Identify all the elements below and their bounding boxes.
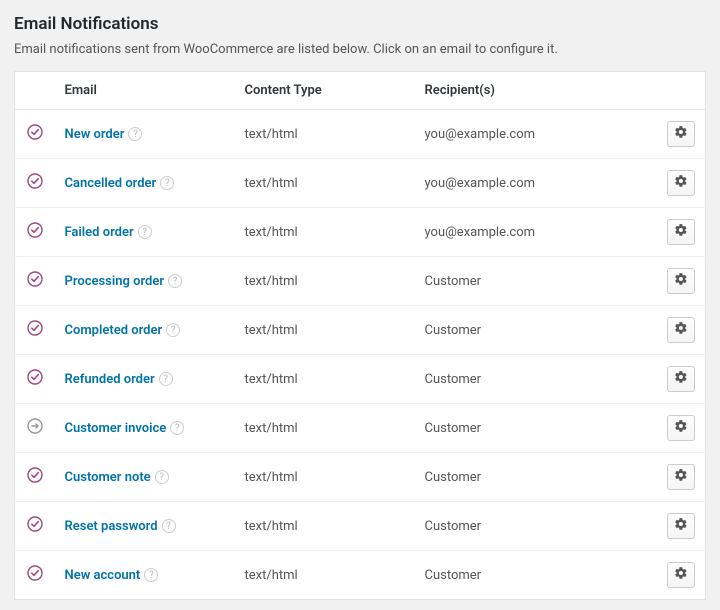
- email-link[interactable]: Cancelled order: [65, 176, 157, 191]
- status-enabled-icon: [27, 565, 43, 581]
- gear-icon: [674, 370, 688, 388]
- table-row: Processing order? text/htmlCustomer: [15, 257, 706, 306]
- gear-icon: [674, 272, 688, 290]
- table-row: New order? text/htmlyou@example.com: [15, 110, 706, 159]
- recipients-cell: Customer: [415, 453, 658, 502]
- help-icon[interactable]: ?: [166, 323, 180, 337]
- email-link[interactable]: Customer note: [65, 470, 151, 485]
- gear-icon: [674, 517, 688, 535]
- table-row: Customer note? text/htmlCustomer: [15, 453, 706, 502]
- table-row: Customer invoice? text/htmlCustomer: [15, 404, 706, 453]
- help-icon[interactable]: ?: [128, 127, 142, 141]
- gear-icon: [674, 321, 688, 339]
- recipients-cell: you@example.com: [415, 208, 658, 257]
- email-link[interactable]: New order: [65, 127, 125, 142]
- status-enabled-icon: [27, 369, 43, 385]
- configure-button[interactable]: [667, 317, 695, 343]
- col-status-header: [15, 72, 55, 110]
- content-type-cell: text/html: [235, 551, 415, 600]
- col-email-header: Email: [55, 72, 235, 110]
- status-enabled-icon: [27, 271, 43, 287]
- help-icon[interactable]: ?: [159, 372, 173, 386]
- help-icon[interactable]: ?: [168, 274, 182, 288]
- status-enabled-icon: [27, 516, 43, 532]
- status-manual-icon: [27, 418, 43, 434]
- email-link[interactable]: New account: [65, 568, 141, 583]
- col-content-type-header: Content Type: [235, 72, 415, 110]
- help-icon[interactable]: ?: [144, 568, 158, 582]
- status-enabled-icon: [27, 124, 43, 140]
- gear-icon: [674, 125, 688, 143]
- help-icon[interactable]: ?: [170, 421, 184, 435]
- recipients-cell: you@example.com: [415, 159, 658, 208]
- table-row: Refunded order? text/htmlCustomer: [15, 355, 706, 404]
- recipients-cell: Customer: [415, 502, 658, 551]
- help-icon[interactable]: ?: [162, 519, 176, 533]
- configure-button[interactable]: [667, 219, 695, 245]
- configure-button[interactable]: [667, 121, 695, 147]
- table-row: Cancelled order? text/htmlyou@example.com: [15, 159, 706, 208]
- status-enabled-icon: [27, 467, 43, 483]
- recipients-cell: Customer: [415, 306, 658, 355]
- content-type-cell: text/html: [235, 502, 415, 551]
- col-actions-header: [657, 72, 706, 110]
- content-type-cell: text/html: [235, 110, 415, 159]
- table-row: New account? text/htmlCustomer: [15, 551, 706, 600]
- page-description: Email notifications sent from WooCommerc…: [14, 42, 706, 57]
- email-link[interactable]: Processing order: [65, 274, 165, 289]
- status-enabled-icon: [27, 173, 43, 189]
- content-type-cell: text/html: [235, 355, 415, 404]
- recipients-cell: Customer: [415, 257, 658, 306]
- email-link[interactable]: Failed order: [65, 225, 134, 240]
- recipients-cell: Customer: [415, 355, 658, 404]
- configure-button[interactable]: [667, 415, 695, 441]
- email-notifications-table: Email Content Type Recipient(s) New orde…: [14, 71, 706, 600]
- email-link[interactable]: Refunded order: [65, 372, 155, 387]
- content-type-cell: text/html: [235, 306, 415, 355]
- configure-button[interactable]: [667, 562, 695, 588]
- help-icon[interactable]: ?: [155, 470, 169, 484]
- gear-icon: [674, 566, 688, 584]
- recipients-cell: you@example.com: [415, 110, 658, 159]
- email-link[interactable]: Completed order: [65, 323, 163, 338]
- status-enabled-icon: [27, 222, 43, 238]
- email-link[interactable]: Customer invoice: [65, 421, 167, 436]
- status-enabled-icon: [27, 320, 43, 336]
- content-type-cell: text/html: [235, 159, 415, 208]
- email-link[interactable]: Reset password: [65, 519, 158, 534]
- configure-button[interactable]: [667, 268, 695, 294]
- help-icon[interactable]: ?: [160, 176, 174, 190]
- col-recipients-header: Recipient(s): [415, 72, 658, 110]
- content-type-cell: text/html: [235, 208, 415, 257]
- content-type-cell: text/html: [235, 404, 415, 453]
- page-title: Email Notifications: [14, 14, 706, 34]
- configure-button[interactable]: [667, 464, 695, 490]
- table-row: Completed order? text/htmlCustomer: [15, 306, 706, 355]
- table-row: Failed order? text/htmlyou@example.com: [15, 208, 706, 257]
- recipients-cell: Customer: [415, 551, 658, 600]
- gear-icon: [674, 468, 688, 486]
- help-icon[interactable]: ?: [138, 225, 152, 239]
- recipients-cell: Customer: [415, 404, 658, 453]
- gear-icon: [674, 419, 688, 437]
- gear-icon: [674, 223, 688, 241]
- configure-button[interactable]: [667, 513, 695, 539]
- configure-button[interactable]: [667, 170, 695, 196]
- gear-icon: [674, 174, 688, 192]
- content-type-cell: text/html: [235, 453, 415, 502]
- content-type-cell: text/html: [235, 257, 415, 306]
- configure-button[interactable]: [667, 366, 695, 392]
- table-row: Reset password? text/htmlCustomer: [15, 502, 706, 551]
